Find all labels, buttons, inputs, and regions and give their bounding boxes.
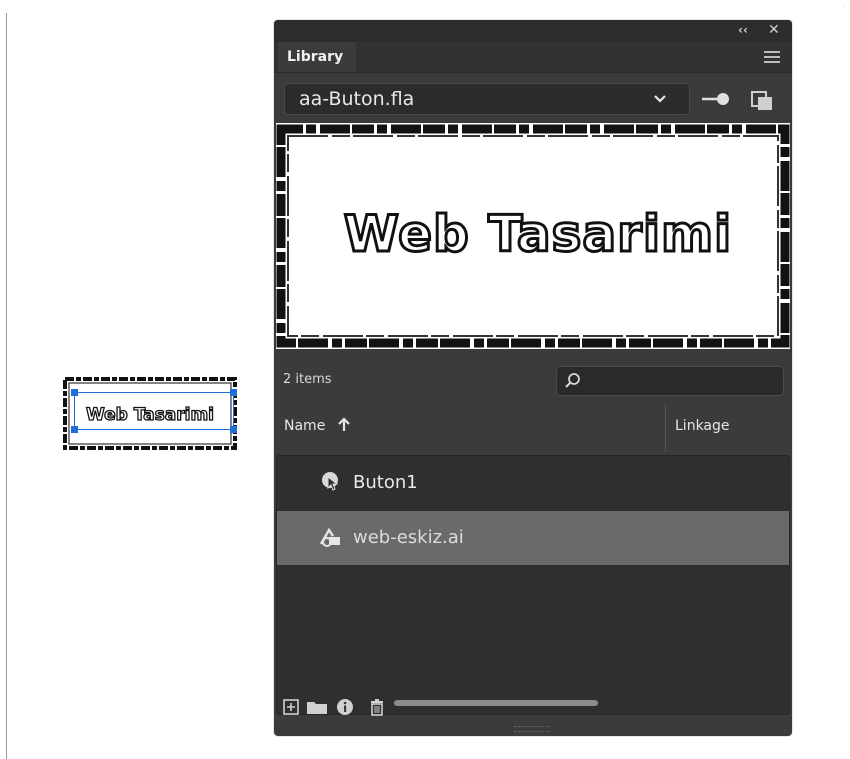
panel-tab-row: Library <box>274 42 792 73</box>
new-folder-icon[interactable] <box>306 698 328 716</box>
symbol-preview: Web Tasarimi <box>276 123 790 349</box>
new-symbol-icon[interactable] <box>282 698 300 716</box>
selection-handle-bl[interactable] <box>71 426 78 433</box>
column-header: Name Linkage <box>274 404 792 452</box>
list-item-label: Buton1 <box>353 472 418 493</box>
collapse-panel-icon[interactable]: ‹‹ <box>738 24 752 36</box>
library-panel: ‹‹ ✕ Library aa-Buton.fla Web Tasarimi 2… <box>274 20 792 736</box>
tab-library[interactable]: Library <box>278 42 356 72</box>
document-select[interactable]: aa-Buton.fla <box>284 83 690 115</box>
resize-grip[interactable] <box>514 726 550 732</box>
list-item-label: web-eskiz.ai <box>353 527 464 548</box>
pin-library-icon[interactable] <box>700 90 732 108</box>
sort-ascending-icon[interactable] <box>336 417 352 433</box>
preview-text: Web Tasarimi <box>344 205 732 263</box>
graphic-asset-icon <box>319 527 340 547</box>
new-library-panel-icon[interactable] <box>750 90 776 112</box>
items-count: 2 items <box>283 372 332 387</box>
panel-menu-icon[interactable] <box>764 51 780 63</box>
delete-icon[interactable] <box>368 698 386 716</box>
list-item-selected[interactable]: web-eskiz.ai <box>277 511 789 565</box>
chevron-down-icon <box>654 95 666 103</box>
library-search-input[interactable] <box>556 366 784 396</box>
column-linkage-header[interactable]: Linkage <box>675 418 730 434</box>
horizontal-scrollbar[interactable] <box>394 700 598 706</box>
column-divider[interactable] <box>665 404 666 452</box>
document-select-value: aa-Buton.fla <box>299 88 415 110</box>
column-name-header[interactable]: Name <box>284 418 325 434</box>
search-icon <box>565 373 580 388</box>
library-item-list: Buton1 web-eskiz.ai <box>276 455 790 715</box>
selection-handle-tl[interactable] <box>71 389 78 396</box>
list-item[interactable]: Buton1 <box>277 456 789 510</box>
panel-title-bar: ‹‹ ✕ <box>274 20 792 42</box>
properties-icon[interactable] <box>336 698 354 716</box>
selection-handle-br[interactable] <box>230 426 237 433</box>
selection-handle-tr[interactable] <box>230 389 237 396</box>
close-panel-icon[interactable]: ✕ <box>768 23 782 37</box>
selection-bounding-box[interactable] <box>74 392 234 430</box>
button-symbol-icon <box>322 472 339 491</box>
